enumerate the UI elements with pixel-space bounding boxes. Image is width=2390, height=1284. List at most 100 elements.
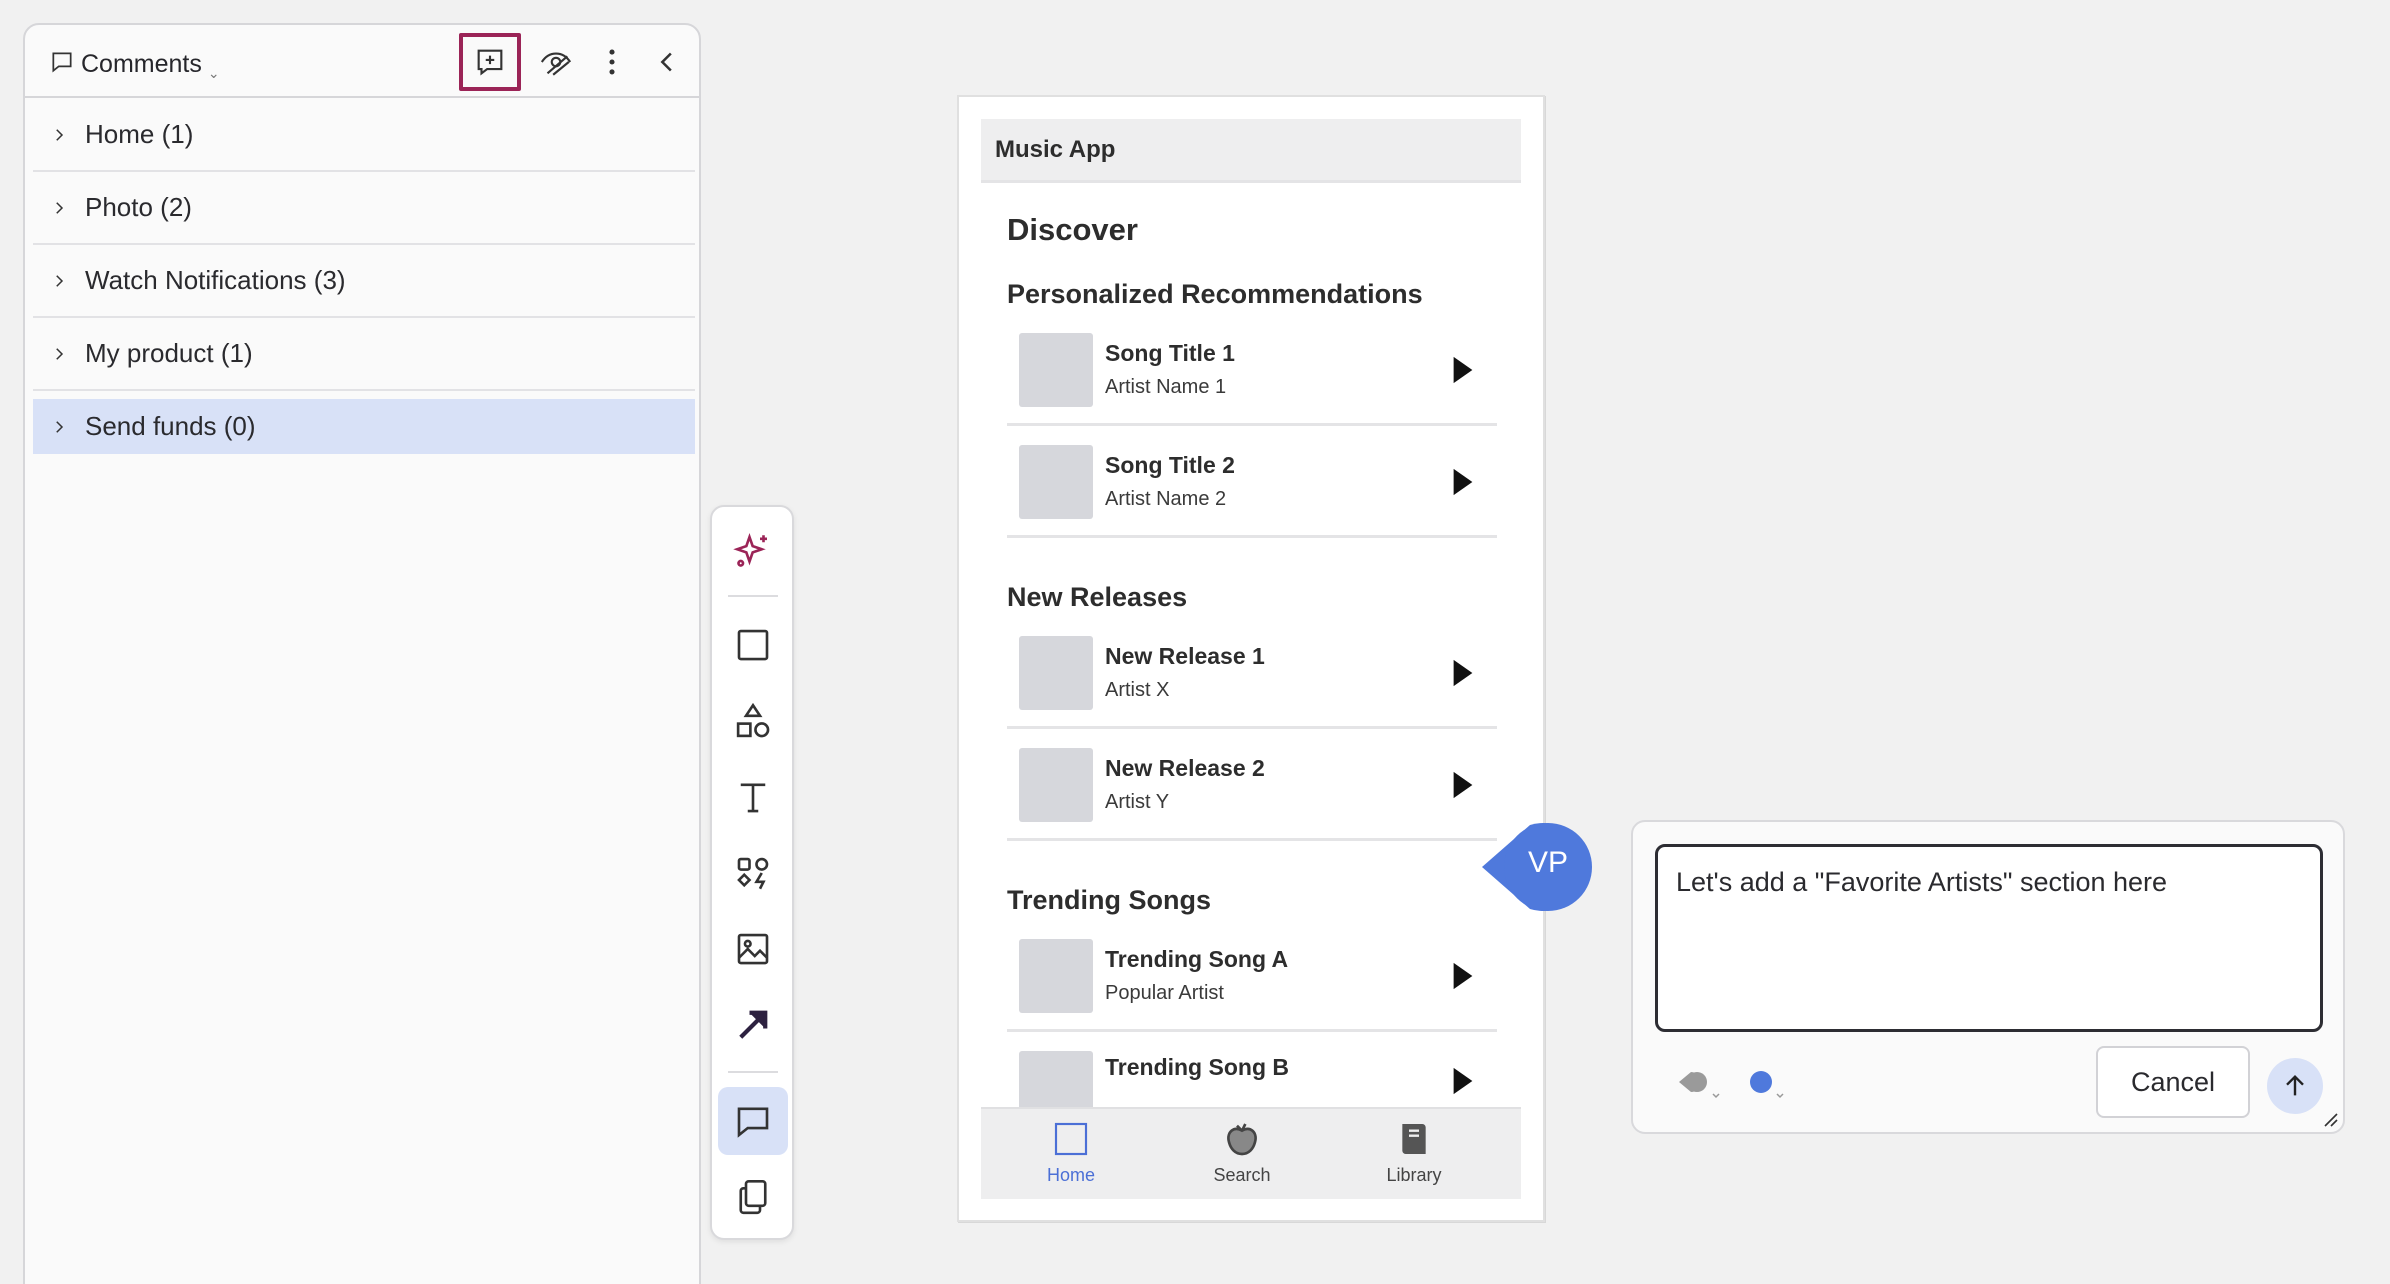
song-row[interactable]: Song Title 2 Artist Name 2 <box>1007 430 1497 538</box>
text-tool-button[interactable] <box>718 763 788 831</box>
home-icon <box>1054 1122 1088 1156</box>
album-art <box>1019 748 1093 822</box>
nav-library[interactable]: Library <box>1354 1119 1474 1186</box>
play-icon[interactable] <box>1451 961 1475 991</box>
search-icon <box>1227 1123 1257 1156</box>
chevron-right-icon <box>33 345 85 363</box>
frame-tool-button[interactable] <box>718 611 788 679</box>
chevron-right-icon <box>33 418 85 436</box>
comment-icon <box>737 1107 769 1138</box>
play-icon[interactable] <box>1451 770 1475 800</box>
song-artist: Artist Y <box>1105 791 1170 813</box>
image-icon <box>737 933 769 965</box>
page-heading: Discover <box>1007 212 1138 247</box>
song-artist: Artist X <box>1105 679 1170 701</box>
comments-title-dropdown[interactable]: Comments ⌄ <box>49 47 220 82</box>
toolbar-divider <box>728 595 778 597</box>
thread-item-photo[interactable]: Photo (2) <box>33 172 695 245</box>
nav-label: Library <box>1386 1165 1442 1185</box>
section-heading: Trending Songs <box>1007 885 1212 915</box>
thread-label: Photo (2) <box>85 192 192 222</box>
comment-input[interactable] <box>1655 844 2323 1032</box>
avatar[interactable]: VP <box>1480 821 1595 913</box>
thread-label: My product (1) <box>85 338 253 368</box>
bottom-nav: Home Search Library <box>981 1107 1521 1199</box>
comment-tool-button[interactable] <box>718 1087 788 1155</box>
song-title: Trending Song A <box>1105 946 1289 972</box>
thread-item-home[interactable]: Home (1) <box>33 99 695 172</box>
song-row[interactable]: Song Title 1 Artist Name 1 <box>1007 318 1497 426</box>
song-title: New Release 2 <box>1105 755 1265 781</box>
song-title: Trending Song B <box>1105 1054 1289 1080</box>
comment-editor: Cancel <box>1631 820 2345 1134</box>
song-row[interactable]: Trending Song B <box>1007 1036 1497 1107</box>
song-row[interactable]: New Release 1 Artist X <box>1007 621 1497 729</box>
pages-icon <box>739 1179 767 1215</box>
song-artist: Popular Artist <box>1105 982 1224 1004</box>
components-icon <box>737 857 769 890</box>
nav-search[interactable]: Search <box>1182 1119 1302 1186</box>
chevron-down-icon: ⌄ <box>207 65 220 81</box>
thread-item-watch-notifications[interactable]: Watch Notifications (3) <box>33 245 695 318</box>
song-row[interactable]: New Release 2 Artist Y <box>1007 733 1497 841</box>
arrow-tool-button[interactable] <box>718 991 788 1059</box>
comments-panel-header: Comments ⌄ <box>25 25 699 98</box>
app-title: Music App <box>995 135 1116 163</box>
app-bar: Music App <box>981 119 1521 183</box>
ai-tool-button[interactable] <box>718 517 788 585</box>
music-app-mockup[interactable]: Music App Discover Personalized Recommen… <box>957 95 1545 1222</box>
play-icon[interactable] <box>1451 355 1475 385</box>
nav-home[interactable]: Home <box>1011 1119 1131 1186</box>
comment-thread-list: Home (1) Photo (2) Watch Notifications (… <box>33 99 695 454</box>
section-heading: New Releases <box>1007 582 1188 612</box>
song-title: Song Title 1 <box>1105 340 1235 366</box>
resize-handle-icon[interactable] <box>2321 1110 2339 1128</box>
cancel-button[interactable]: Cancel <box>2096 1046 2250 1118</box>
nav-label: Search <box>1213 1165 1271 1185</box>
mention-emoji-picker[interactable] <box>1675 1062 1725 1106</box>
ai-sparkle-icon <box>733 532 767 567</box>
album-art <box>1019 939 1093 1013</box>
eye-hidden-icon <box>540 52 572 76</box>
color-picker[interactable] <box>1745 1062 1795 1106</box>
play-icon[interactable] <box>1451 467 1475 497</box>
arrow-up-icon <box>2286 1074 2304 1096</box>
song-artist: Artist Name 2 <box>1105 488 1227 510</box>
image-tool-button[interactable] <box>718 915 788 983</box>
frame-icon <box>737 629 769 661</box>
chevron-right-icon <box>33 272 85 290</box>
more-options-button[interactable] <box>581 33 643 91</box>
play-icon[interactable] <box>1451 1066 1475 1096</box>
send-button[interactable] <box>2267 1058 2323 1114</box>
thread-item-send-funds[interactable]: Send funds (0) <box>33 399 695 454</box>
components-tool-button[interactable] <box>718 839 788 907</box>
chevron-left-icon <box>660 52 672 72</box>
comments-title: Comments <box>81 50 202 78</box>
album-art <box>1019 1051 1093 1107</box>
thread-item-my-product[interactable]: My product (1) <box>33 318 695 391</box>
nav-label: Home <box>1046 1165 1095 1185</box>
design-toolbar <box>710 505 794 1240</box>
song-title: New Release 1 <box>1105 643 1265 669</box>
text-icon <box>740 783 766 813</box>
hide-comments-button[interactable] <box>525 33 587 91</box>
comments-panel: Comments ⌄ Home (1) Photo (2) Watch Noti… <box>23 23 701 1284</box>
thread-label: Watch Notifications (3) <box>85 265 346 295</box>
song-row[interactable]: Trending Song A Popular Artist <box>1007 924 1497 1032</box>
thread-label: Home (1) <box>85 119 194 149</box>
toolbar-divider <box>728 1071 778 1073</box>
thread-label: Send funds (0) <box>85 411 256 441</box>
add-comment-icon <box>477 49 503 76</box>
chevron-right-icon <box>33 199 85 217</box>
color-dot-icon <box>1750 1071 1784 1099</box>
play-icon[interactable] <box>1451 658 1475 688</box>
album-art <box>1019 636 1093 710</box>
pages-tool-button[interactable] <box>718 1163 788 1231</box>
shapes-icon <box>736 702 770 738</box>
shapes-tool-button[interactable] <box>718 687 788 755</box>
avatar-initials: VP <box>1528 846 1569 879</box>
arrow-icon <box>739 1010 768 1039</box>
add-comment-button[interactable] <box>459 33 521 91</box>
collapse-panel-button[interactable] <box>637 33 699 91</box>
album-art <box>1019 445 1093 519</box>
